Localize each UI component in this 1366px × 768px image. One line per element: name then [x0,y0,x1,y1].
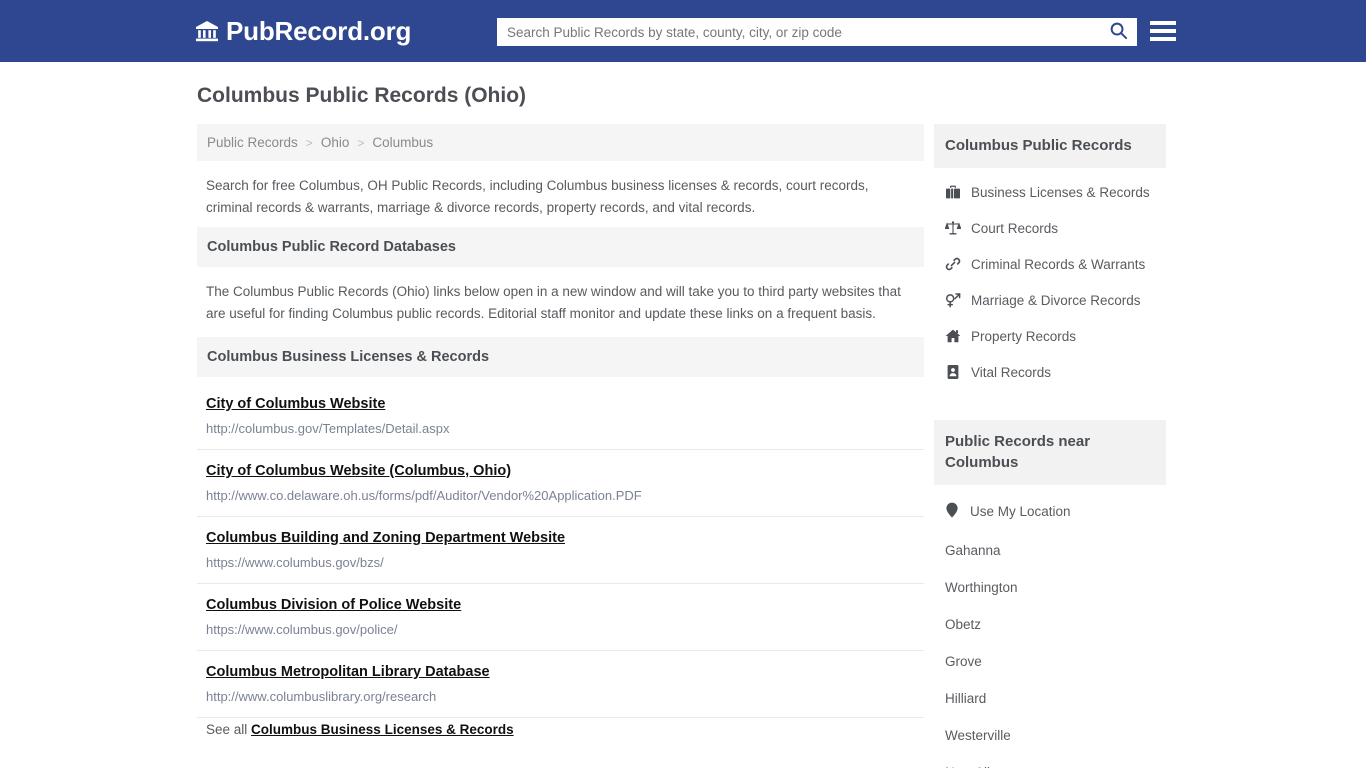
near-city-hilliard[interactable]: Hilliard [934,680,1166,717]
brand-name: PubRecord.org [226,15,412,46]
list-item: City of Columbus Website http://columbus… [197,383,924,450]
near-panel-heading: Public Records near Columbus [934,420,1166,485]
breadcrumb-separator: > [357,135,365,150]
content-columns: Public Records > Ohio > Columbus Search … [197,124,1366,768]
link-url[interactable]: http://columbus.gov/Templates/Detail.asp… [206,421,915,436]
business-links-list: City of Columbus Website http://columbus… [197,377,924,747]
records-panel-heading: Columbus Public Records [934,124,1166,169]
sidebar-item-criminal-records[interactable]: Criminal Records & Warrants [934,246,1166,282]
briefcase-icon [945,184,961,200]
near-city-label: Grove [945,653,982,669]
near-city-label: Westerville [945,727,1011,743]
sidebar-item-label: Marriage & Divorce Records [971,292,1141,308]
list-item: Columbus Division of Police Website http… [197,584,924,651]
near-cities-list: Use My Location Gahanna Worthington Obet… [934,485,1166,768]
breadcrumb: Public Records > Ohio > Columbus [197,124,924,161]
home-icon [945,328,961,344]
link-url[interactable]: https://www.columbus.gov/bzs/ [206,555,915,570]
near-city-worthington[interactable]: Worthington [934,569,1166,606]
sidebar-item-property-records[interactable]: Property Records [934,318,1166,354]
breadcrumb-separator: > [305,135,313,150]
page-body: Columbus Public Records (Ohio) Public Re… [0,62,1366,768]
sidebar-item-label: Court Records [971,220,1059,236]
chain-link-icon [945,256,961,272]
link-url[interactable]: http://www.co.delaware.oh.us/forms/pdf/A… [206,488,915,503]
link-title[interactable]: City of Columbus Website [206,396,385,412]
hamburger-menu-icon[interactable] [1150,19,1176,43]
link-title[interactable]: Columbus Division of Police Website [206,597,461,613]
use-my-location-label: Use My Location [970,503,1071,519]
sidebar-item-label: Criminal Records & Warrants [971,256,1146,272]
sidebar-item-label: Property Records [971,328,1077,344]
use-my-location-button[interactable]: Use My Location [934,491,1166,532]
map-marker-icon [945,502,959,521]
list-item: Columbus Metropolitan Library Database h… [197,651,924,718]
see-all-row: See all Columbus Business Licenses & Rec… [197,718,924,747]
near-city-label: Obetz [945,616,982,632]
link-url[interactable]: http://www.columbuslibrary.org/research [206,689,915,704]
sidebar-item-business-licenses[interactable]: Business Licenses & Records [934,174,1166,210]
databases-section-body: The Columbus Public Records (Ohio) links… [206,283,901,321]
link-title[interactable]: City of Columbus Website (Columbus, Ohio… [206,463,511,479]
main-column: Public Records > Ohio > Columbus Search … [197,124,924,747]
search-bar [497,18,1137,46]
see-all-link[interactable]: Columbus Business Licenses & Records [251,722,514,737]
search-button[interactable] [1099,18,1137,46]
business-section-heading: Columbus Business Licenses & Records [197,336,924,377]
link-title[interactable]: Columbus Building and Zoning Department … [206,530,565,546]
breadcrumb-item-columbus[interactable]: Columbus [372,135,433,150]
near-city-westerville[interactable]: Westerville [934,717,1166,754]
near-city-label: Gahanna [945,542,1001,558]
breadcrumb-item-ohio[interactable]: Ohio [321,135,350,150]
sidebar-item-vital-records[interactable]: Vital Records [934,354,1166,390]
sidebar-item-label: Business Licenses & Records [971,184,1150,200]
near-city-obetz[interactable]: Obetz [934,606,1166,643]
databases-section-heading: Columbus Public Record Databases [197,226,924,267]
near-city-label: Hilliard [945,690,987,706]
link-url[interactable]: https://www.columbus.gov/police/ [206,622,915,637]
sidebar-item-court-records[interactable]: Court Records [934,210,1166,246]
site-logo[interactable]: PubRecord.org [195,16,411,47]
search-icon [1109,21,1128,43]
records-panel-list: Business Licenses & Records Court Record… [934,168,1166,402]
sidebar-item-label: Vital Records [971,364,1052,380]
near-city-new-albany[interactable]: New Albany [934,754,1166,768]
near-city-grove[interactable]: Grove [934,643,1166,680]
list-item: City of Columbus Website (Columbus, Ohio… [197,450,924,517]
id-badge-icon [945,364,961,380]
page-title: Columbus Public Records (Ohio) [197,84,527,107]
site-header: PubRecord.org [0,0,1366,62]
list-item: Columbus Building and Zoning Department … [197,517,924,584]
near-city-gahanna[interactable]: Gahanna [934,532,1166,569]
link-title[interactable]: Columbus Metropolitan Library Database [206,664,490,680]
breadcrumb-item-public-records[interactable]: Public Records [207,135,298,150]
bank-institution-icon [195,19,219,43]
see-all-prefix: See all [206,721,248,737]
balance-scale-icon [945,220,961,236]
sidebar: Columbus Public Records Business License… [934,124,1166,768]
near-city-label: Worthington [945,579,1018,595]
venus-mars-icon [945,292,961,308]
sidebar-item-marriage-divorce[interactable]: Marriage & Divorce Records [934,282,1166,318]
intro-paragraph: Search for free Columbus, OH Public Reco… [206,178,869,215]
search-input[interactable] [497,18,1099,46]
